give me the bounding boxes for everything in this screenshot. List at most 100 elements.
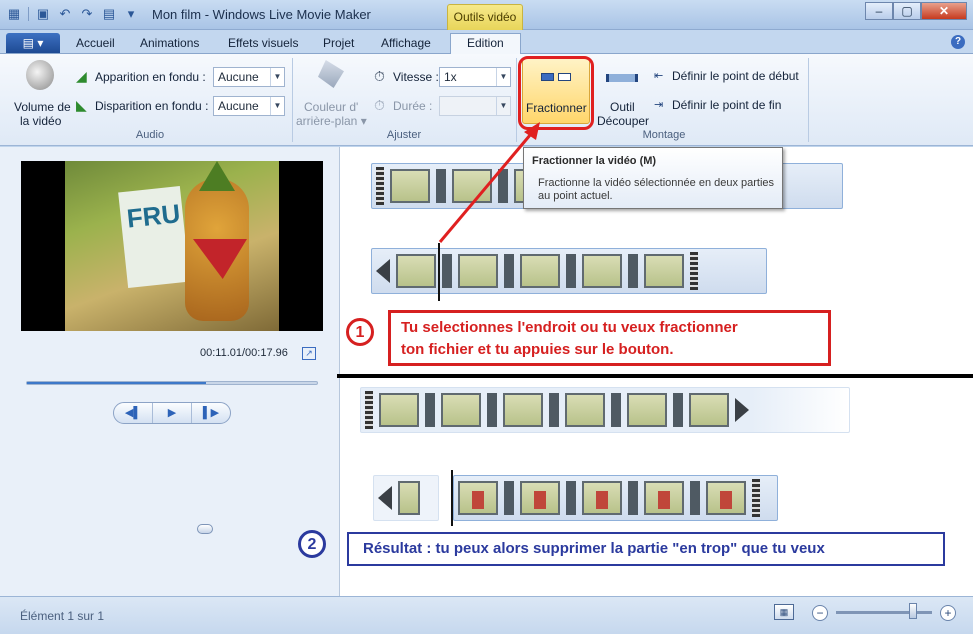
- clip-thumbnail: [627, 393, 667, 427]
- chevron-down-icon: ▼: [270, 97, 284, 115]
- film-edge: [690, 252, 698, 290]
- save-icon[interactable]: ▣: [35, 6, 51, 22]
- volume-button[interactable]: Volume de la vidéo: [10, 58, 72, 128]
- zoom-slider-thumb[interactable]: [908, 603, 917, 619]
- step1-text-line2: ton fichier et tu appuies sur le bouton.: [401, 341, 674, 358]
- clip-strip-bottom-2a[interactable]: [373, 475, 439, 521]
- speed-select[interactable]: 1x ▼: [439, 67, 511, 87]
- tooltip-description: Fractionne la vidéo sélectionnée en deux…: [538, 177, 775, 202]
- tab-effets-visuels[interactable]: Effets visuels: [228, 34, 298, 54]
- play-button[interactable]: ▶: [153, 403, 192, 423]
- split-tooltip: Fractionner la vidéo (M) Fractionne la v…: [523, 147, 783, 209]
- duration-icon: ⏱: [374, 97, 385, 113]
- film-edge: [376, 167, 384, 205]
- item-count: Élément 1 sur 1: [20, 609, 105, 623]
- film-edge: [365, 391, 373, 429]
- qat-separator: [28, 7, 29, 21]
- clip-thumbnail: [503, 393, 543, 427]
- fade-in-select[interactable]: Aucune ▼: [213, 67, 285, 87]
- continue-arrow-icon: [376, 259, 390, 283]
- video-preview[interactable]: FRU: [21, 161, 323, 331]
- set-start-point-button[interactable]: ⇤ Définir le point de début: [654, 68, 804, 86]
- clip-gap: [504, 254, 514, 288]
- chevron-down-icon: ▼: [270, 68, 284, 86]
- playhead[interactable]: [438, 243, 440, 301]
- clip-thumbnail: [565, 393, 605, 427]
- thumbnail-size-icon[interactable]: ▦: [774, 604, 794, 620]
- publish-icon[interactable]: ▤: [101, 6, 117, 22]
- clip-thumbnail: [644, 481, 684, 515]
- zoom-in-button[interactable]: +: [940, 605, 956, 621]
- step1-callout: Tu selectionnes l'endroit ou tu veux fra…: [388, 310, 831, 366]
- clip-thumbnail: [644, 254, 684, 288]
- poster-text: FRU: [125, 198, 182, 234]
- clip-gap: [504, 481, 514, 515]
- clip-thumbnail: [520, 254, 560, 288]
- clip-gap: [628, 481, 638, 515]
- clip-gap: [442, 254, 452, 288]
- minimize-button[interactable]: ‒: [865, 2, 893, 20]
- fade-in-label: Apparition en fondu :: [95, 70, 206, 84]
- section-divider: [337, 374, 973, 378]
- clip-gap: [436, 169, 446, 203]
- clip-strip-top-2[interactable]: [371, 248, 767, 294]
- next-frame-button[interactable]: ▌▶: [192, 403, 230, 423]
- speed-label: Vitesse :: [393, 70, 439, 84]
- clip-thumbnail: [441, 393, 481, 427]
- clip-strip-bottom-1[interactable]: [360, 387, 850, 433]
- set-end-icon: ⇥: [654, 99, 664, 111]
- ribbon-tabs: ▤ ▾ Accueil Animations Effets visuels Pr…: [0, 30, 973, 55]
- playhead-split-point: [451, 470, 453, 526]
- clip-gap: [425, 393, 435, 427]
- clip-thumbnail: [379, 393, 419, 427]
- seek-bar[interactable]: [26, 381, 318, 385]
- fade-out-value: Aucune: [218, 99, 259, 113]
- zoom-slider-track[interactable]: [836, 611, 932, 614]
- tab-affichage[interactable]: Affichage: [381, 34, 431, 54]
- clip-thumbnail: [520, 481, 560, 515]
- maximize-button[interactable]: ▢: [893, 2, 921, 20]
- clip-gap: [498, 169, 508, 203]
- tab-projet[interactable]: Projet: [323, 34, 354, 54]
- chevron-down-icon: ▼: [496, 68, 510, 86]
- tab-edition[interactable]: Edition: [450, 33, 521, 55]
- quick-access-toolbar: ▦ ▣ ↶ ↷ ▤ ▾: [6, 6, 139, 22]
- step2-number-badge: 2: [298, 530, 326, 558]
- clip-thumbnail: [706, 481, 746, 515]
- adjust-group-label: Ajuster: [386, 129, 422, 141]
- seek-thumb[interactable]: [196, 524, 213, 534]
- tab-accueil[interactable]: Accueil: [76, 34, 115, 54]
- undo-icon[interactable]: ↶: [57, 6, 73, 22]
- file-menu-button[interactable]: ▤ ▾: [6, 33, 60, 53]
- window-controls: ‒ ▢ ✕: [865, 2, 967, 20]
- tab-animations[interactable]: Animations: [140, 34, 199, 54]
- fade-in-value: Aucune: [218, 70, 259, 84]
- zoom-out-button[interactable]: −: [812, 605, 828, 621]
- fullscreen-icon[interactable]: ↗: [302, 347, 316, 360]
- customize-qat-icon[interactable]: ▾: [123, 6, 139, 22]
- title-bar: ▦ ▣ ↶ ↷ ▤ ▾ Mon film - Windows Live Movi…: [0, 0, 973, 30]
- group-separator: [292, 58, 293, 142]
- volume-label-line2: la vidéo: [20, 114, 62, 128]
- trim-tool-button[interactable]: Outil Découper: [596, 58, 650, 128]
- fade-out-icon: ◣: [76, 97, 87, 113]
- speed-value: 1x: [444, 70, 457, 84]
- status-bar: Élément 1 sur 1 ▦ − +: [0, 596, 973, 634]
- video-frame: FRU: [65, 161, 279, 331]
- close-button[interactable]: ✕: [921, 2, 967, 20]
- redo-icon[interactable]: ↷: [79, 6, 95, 22]
- fade-out-select[interactable]: Aucune ▼: [213, 96, 285, 116]
- help-icon[interactable]: ?: [951, 35, 965, 49]
- duration-select: ▼: [439, 96, 511, 116]
- clip-gap: [690, 481, 700, 515]
- group-separator: [516, 58, 517, 142]
- clip-strip-bottom-2b[interactable]: [453, 475, 778, 521]
- clip-gap: [628, 254, 638, 288]
- background-color-button: Couleur d' arrière-plan ▾: [296, 58, 367, 128]
- previous-frame-button[interactable]: ◀▌: [114, 403, 153, 423]
- set-end-point-button[interactable]: ⇥ Définir le point de fin: [654, 97, 804, 115]
- timecode: 00:11.01/00:17.96: [200, 347, 288, 359]
- duration-label: Durée :: [393, 99, 433, 113]
- trim-icon: [606, 74, 638, 82]
- main-area: FRU 00:11.01/00:17.96 ↗ ◀▌ ▶ ▌▶ 1 Tu sel…: [0, 147, 973, 596]
